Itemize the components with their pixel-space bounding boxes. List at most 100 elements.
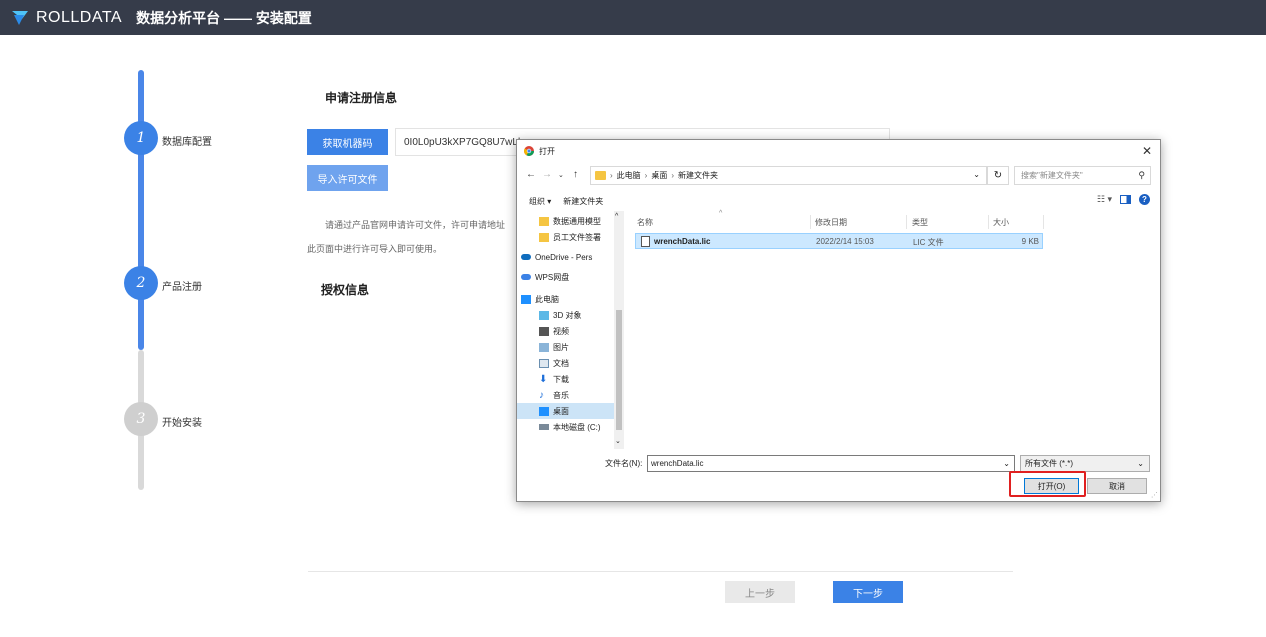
cancel-button[interactable]: 取消 <box>1087 478 1147 494</box>
file-name: wrenchData.lic <box>654 237 711 246</box>
nav-item-documents[interactable]: 文档 <box>517 355 617 371</box>
preview-pane-icon[interactable] <box>1120 195 1131 204</box>
chevron-down-icon[interactable]: ⌄ <box>973 170 980 179</box>
folder-icon <box>595 171 606 180</box>
nav-item-downloads[interactable]: ⬇ 下载 <box>517 371 617 387</box>
step-2-label: 产品注册 <box>162 282 202 293</box>
filetype-value: 所有文件 (*.*) <box>1025 459 1073 468</box>
nav-item-label: 图片 <box>553 342 569 352</box>
column-header-date[interactable]: 修改日期 <box>815 217 847 228</box>
column-separator <box>810 215 811 229</box>
forward-arrow-icon[interactable]: → <box>542 169 552 180</box>
brand-name: ROLLDATA <box>36 8 123 26</box>
search-icon: ⚲ <box>1138 170 1145 180</box>
column-header-type[interactable]: 类型 <box>912 217 928 228</box>
next-step-button[interactable]: 下一步 <box>833 581 903 603</box>
recent-locations-icon[interactable]: ⌄ <box>558 171 564 179</box>
open-button-highlight <box>1009 471 1086 497</box>
breadcrumb-this-pc[interactable]: 此电脑 <box>617 170 641 181</box>
filename-input[interactable]: wrenchData.lic ⌄ <box>647 455 1015 472</box>
close-icon[interactable]: ✕ <box>1142 144 1152 158</box>
nav-item-label: 此电脑 <box>535 294 559 304</box>
file-size: 9 KB <box>1021 237 1039 246</box>
nav-item-onedrive[interactable]: OneDrive - Pers <box>517 249 617 265</box>
nav-item-3d-objects[interactable]: 3D 对象 <box>517 307 617 323</box>
new-folder-button[interactable]: 新建文件夹 <box>563 196 603 207</box>
resize-grip-icon[interactable]: ⋰ <box>1151 491 1158 499</box>
nav-item-label: 桌面 <box>553 406 569 416</box>
sort-ascending-icon: ^ <box>719 210 723 217</box>
up-arrow-icon[interactable]: ↑ <box>573 169 578 180</box>
nav-item-label: WPS网盘 <box>535 272 570 282</box>
step-2-circle: 2 <box>124 266 158 300</box>
breadcrumb-separator: › <box>644 171 648 180</box>
refresh-button[interactable]: ↻ <box>987 166 1009 185</box>
video-icon <box>539 326 549 336</box>
nav-item-label: 数据通用模型 <box>553 216 601 226</box>
nav-item-label: 下载 <box>553 374 569 384</box>
scroll-up-icon[interactable]: ^ <box>615 213 618 220</box>
top-bar: ROLLDATA 数据分析平台 —— 安装配置 <box>0 0 1266 35</box>
filename-row: 文件名(N): wrenchData.lic ⌄ 所有文件 (*.*) ⌄ <box>517 453 1160 473</box>
file-row[interactable]: wrenchData.lic 2022/2/14 15:03 LIC 文件 9 … <box>635 233 1043 249</box>
organize-menu[interactable]: 组织 ▾ <box>529 196 551 207</box>
open-file-dialog: 打开 ✕ ← → ⌄ ↑ › 此电脑 › 桌面 › 新建文件夹 ⌄ ↻ 搜索"新… <box>516 139 1161 502</box>
license-hint-line2: 此页面中进行许可导入即可使用。 <box>307 244 443 254</box>
nav-item-employee-files[interactable]: 员工文件签署 <box>517 229 617 245</box>
nav-item-data-model[interactable]: 数据通用模型 <box>517 213 617 229</box>
address-bar[interactable]: › 此电脑 › 桌面 › 新建文件夹 ⌄ <box>590 166 987 185</box>
nav-item-local-disk-c[interactable]: 本地磁盘 (C:) <box>517 419 617 435</box>
nav-item-this-pc[interactable]: 此电脑 <box>517 291 617 307</box>
file-list-pane: 名称 ^ 修改日期 类型 大小 wrenchData.lic 2022/2/14… <box>627 210 1160 449</box>
get-machine-code-button[interactable]: 获取机器码 <box>307 129 388 155</box>
step-1-label: 数据库配置 <box>162 137 212 148</box>
column-header-size[interactable]: 大小 <box>993 217 1009 228</box>
nav-item-label: OneDrive - Pers <box>535 252 593 262</box>
navigation-row: ← → ⌄ ↑ › 此电脑 › 桌面 › 新建文件夹 ⌄ ↻ 搜索"新建文件夹"… <box>517 164 1160 188</box>
breadcrumb-separator: › <box>610 171 613 180</box>
license-hint-line1: 请通过产品官网申请许可文件，许可申请地址 <box>325 220 506 230</box>
view-options-icon[interactable]: ☷ ▾ <box>1097 194 1112 205</box>
back-arrow-icon[interactable]: ← <box>526 169 536 180</box>
prev-step-button[interactable]: 上一步 <box>725 581 795 603</box>
nav-item-videos[interactable]: 视频 <box>517 323 617 339</box>
download-icon: ⬇ <box>539 373 548 385</box>
computer-icon <box>521 294 531 304</box>
dialog-toolbar: 组织 ▾ 新建文件夹 ☷ ▾ ? <box>517 192 1160 210</box>
breadcrumb-new-folder[interactable]: 新建文件夹 <box>678 170 718 181</box>
nav-pane-scroll-thumb[interactable] <box>616 310 622 430</box>
dialog-title: 打开 <box>539 146 555 156</box>
filetype-select[interactable]: 所有文件 (*.*) ⌄ <box>1020 455 1150 472</box>
drive-icon <box>539 424 549 430</box>
rolldata-logo-icon <box>12 10 28 25</box>
navigation-pane: 数据通用模型 员工文件签署 OneDrive - Pers WPS网盘 此电脑 … <box>517 211 624 449</box>
chrome-icon <box>524 146 534 156</box>
registration-section-title: 申请注册信息 <box>325 91 398 105</box>
nav-item-label: 视频 <box>553 326 569 336</box>
stepper-track-done <box>138 70 144 350</box>
scroll-down-icon[interactable]: ⌄ <box>615 437 621 445</box>
help-icon[interactable]: ? <box>1139 194 1150 205</box>
column-separator <box>988 215 989 229</box>
cloud-icon <box>521 254 531 260</box>
filename-value: wrenchData.lic <box>651 459 704 468</box>
search-placeholder: 搜索"新建文件夹" <box>1021 171 1083 180</box>
nav-item-label: 员工文件签署 <box>553 232 601 242</box>
cloud-icon <box>521 274 531 280</box>
import-license-button[interactable]: 导入许可文件 <box>307 165 388 191</box>
refresh-icon: ↻ <box>993 170 1003 181</box>
nav-item-music[interactable]: ♪ 音乐 <box>517 387 617 403</box>
nav-item-pictures[interactable]: 图片 <box>517 339 617 355</box>
column-header-name[interactable]: 名称 <box>637 217 653 228</box>
column-separator <box>906 215 907 229</box>
breadcrumb-desktop[interactable]: 桌面 <box>651 170 667 181</box>
folder-icon <box>539 216 549 226</box>
app-title: 数据分析平台 —— 安装配置 <box>136 9 312 26</box>
document-icon <box>539 358 549 368</box>
search-input[interactable]: 搜索"新建文件夹" ⚲ <box>1014 166 1151 185</box>
cube-icon <box>539 310 549 320</box>
chevron-down-icon[interactable]: ⌄ <box>1003 459 1010 468</box>
breadcrumb-separator: › <box>671 171 675 180</box>
nav-item-wps-drive[interactable]: WPS网盘 <box>517 269 617 285</box>
nav-item-desktop[interactable]: 桌面 <box>517 403 614 419</box>
